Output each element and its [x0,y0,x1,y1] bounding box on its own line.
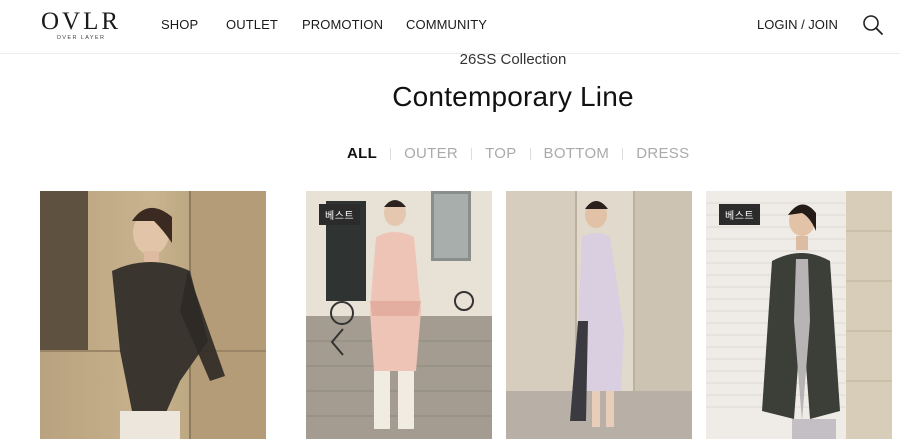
tab-divider [390,147,392,160]
tab-dress[interactable]: DRESS [636,145,689,162]
carousel-prev-icon[interactable] [328,326,348,358]
product-card[interactable] [40,191,266,439]
tab-top[interactable]: TOP [485,145,516,162]
product-image [506,191,692,439]
logo-tagline: OVER LAYER [56,35,106,41]
product-image [306,191,492,439]
tab-all[interactable]: ALL [347,145,377,162]
product-image [40,191,266,439]
category-tabs: ALL OUTER TOP BOTTOM DRESS [347,145,689,162]
logo-wordmark: OVLR [40,8,122,35]
nav-promotion[interactable]: PROMOTION [302,17,383,32]
nav-outlet[interactable]: OUTLET [226,17,278,32]
login-join-link[interactable]: LOGIN / JOIN [757,17,838,32]
tab-divider [471,147,473,160]
collection-subtitle: 26SS Collection [459,51,567,68]
tab-divider [622,147,624,160]
product-card[interactable]: 베스트 [706,191,892,439]
site-header: OVLR OVER LAYER SHOP OUTLET PROMOTION CO… [0,0,900,54]
logo[interactable]: OVLR OVER LAYER [40,8,122,42]
best-badge: 베스트 [319,204,361,225]
best-badge: 베스트 [719,204,761,225]
nav-community[interactable]: COMMUNITY [406,17,487,32]
nav-shop[interactable]: SHOP [161,17,198,32]
product-card[interactable] [506,191,692,439]
product-card[interactable]: 베스트 [306,191,492,439]
section-title: Contemporary Line [392,81,634,112]
tab-outer[interactable]: OUTER [404,145,458,162]
product-image [706,191,892,439]
tab-bottom[interactable]: BOTTOM [544,145,610,162]
search-icon[interactable] [862,14,884,36]
tab-divider [529,147,531,160]
